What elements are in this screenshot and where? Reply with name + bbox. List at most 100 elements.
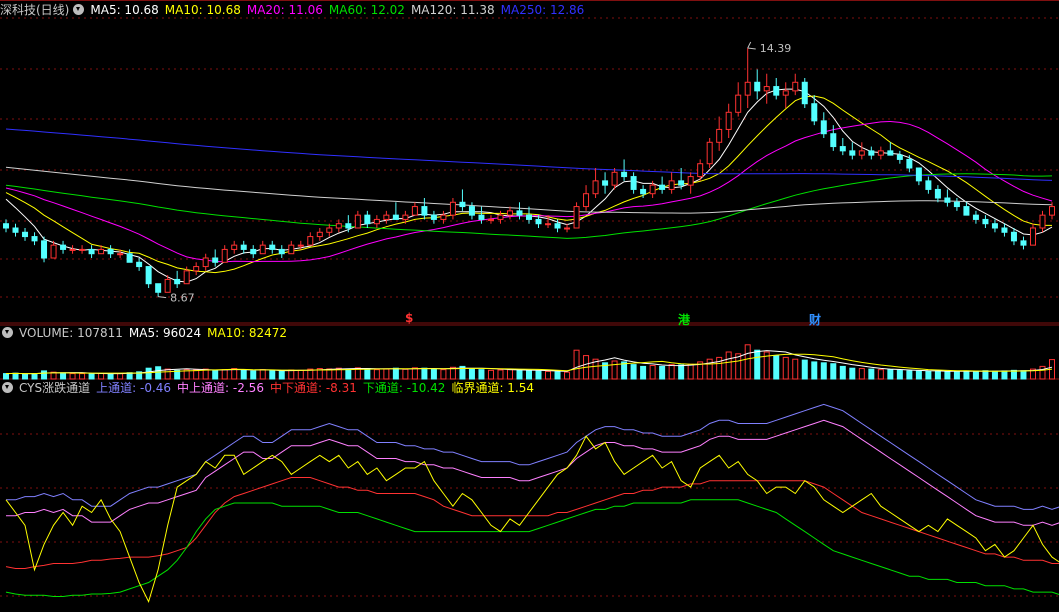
candle-body (69, 248, 76, 251)
price-legend: 深科技(日线) MA5: 10.68 MA10: 10.68 MA20: 11.06 M… (0, 2, 590, 18)
candle-body (107, 248, 114, 255)
volume-bar (345, 368, 352, 380)
high-arrow (747, 41, 756, 50)
candle-body (117, 253, 124, 256)
volume-bar (915, 370, 922, 380)
ma5-label: MA5: 10.68 (90, 3, 159, 17)
settings-icon[interactable] (73, 4, 85, 15)
candle-body (915, 167, 922, 182)
candle-body (820, 120, 827, 135)
candle-body (849, 150, 856, 156)
volume-bar (725, 351, 732, 380)
ma20-label: MA20: 11.06 (246, 3, 323, 17)
volume-bar (60, 372, 67, 380)
candle-body (240, 244, 247, 250)
candle-body (887, 150, 894, 156)
volume-bar (982, 370, 989, 380)
candle-body (782, 90, 789, 96)
volume-bar (630, 364, 637, 380)
lower-channel-line (5, 499, 1059, 597)
volume-bar (887, 369, 894, 380)
volume-bar (269, 370, 276, 380)
candle-body (744, 81, 751, 96)
candle-body (725, 111, 732, 130)
volume-bar (877, 369, 884, 380)
volume-bar (839, 365, 846, 380)
ma60-line (5, 173, 1053, 239)
volume-bar (773, 355, 780, 380)
volume-bar (811, 361, 818, 380)
candle-body (335, 223, 342, 229)
upper-channel-label: 上通道: -0.46 (96, 381, 172, 395)
candle-body (678, 180, 685, 186)
candle-body (421, 206, 428, 216)
ma250-label: MA250: 12.86 (500, 3, 585, 17)
volume-bar (12, 372, 19, 380)
volume-bar (373, 369, 380, 380)
volume-bar (240, 369, 247, 380)
candle-body (792, 81, 799, 92)
candle-body (868, 150, 875, 156)
ma5-line (5, 88, 1053, 283)
volume-bar (79, 373, 86, 380)
candle-body (155, 283, 162, 293)
volume-bar (430, 368, 437, 380)
candle-body (659, 184, 666, 190)
volume-bar (744, 344, 751, 380)
volume-bar (22, 373, 29, 380)
candle-body (554, 223, 561, 229)
candle-body (79, 248, 86, 251)
candle-body (126, 253, 133, 263)
volume-bar (221, 369, 228, 380)
volume-bar (925, 370, 932, 380)
candle-body (354, 214, 361, 229)
candle-body (925, 180, 932, 190)
settings-icon[interactable] (2, 382, 13, 393)
candle-body (526, 214, 532, 220)
volume-bar (678, 364, 685, 380)
volume-bar (98, 372, 105, 380)
volume-bar (659, 365, 666, 380)
candle-body (1010, 231, 1017, 242)
event-marker-hk[interactable]: 港 (678, 311, 690, 328)
volume-bar (3, 373, 9, 380)
volume-bar (278, 370, 285, 380)
candle-body (516, 210, 523, 216)
vol-ma5-line (5, 350, 1053, 375)
candle-body (50, 244, 57, 259)
volume-bar (193, 369, 200, 380)
candle-body (1001, 227, 1008, 233)
mid-upper-channel-label: 中上通道: -2.56 (177, 381, 264, 395)
volume-legend: VOLUME: 107811 MA5: 96024 MA10: 82472 (0, 325, 293, 341)
event-marker-dividend[interactable]: $ (405, 311, 413, 325)
candle-body (392, 214, 399, 220)
candle-body (41, 240, 48, 259)
event-marker-finance[interactable]: 财 (809, 311, 821, 328)
candle-body (193, 266, 200, 272)
volume-bar (849, 367, 856, 380)
price-panel: 14.39 8.67 (3, 41, 1055, 305)
upper-channel-line (6, 403, 1059, 510)
volume-bar (554, 371, 561, 380)
candle-body (687, 176, 694, 186)
candle-body (12, 227, 19, 233)
candle-body (202, 257, 209, 268)
low-label: 8.67 (170, 292, 195, 305)
volume-bar (497, 369, 504, 380)
volume-bar (820, 362, 827, 380)
candle-body (449, 201, 456, 216)
volume-bar (1001, 370, 1008, 380)
vol-ma10-label: MA10: 82472 (207, 326, 288, 340)
candle-body (896, 154, 903, 160)
candle-body (953, 201, 960, 208)
volume-bar (621, 361, 628, 380)
settings-icon[interactable] (2, 327, 13, 338)
volume-bar (991, 370, 998, 380)
volume-bar (906, 370, 913, 380)
mid-lower-channel-label: 中下通道: -8.31 (269, 381, 357, 395)
high-label: 14.39 (760, 42, 792, 55)
grid-lines (0, 0, 1059, 597)
lower-channel-label: 下通道: -10.42 (362, 381, 446, 395)
volume-bar (69, 373, 76, 380)
ma60-label: MA60: 12.02 (328, 3, 405, 17)
